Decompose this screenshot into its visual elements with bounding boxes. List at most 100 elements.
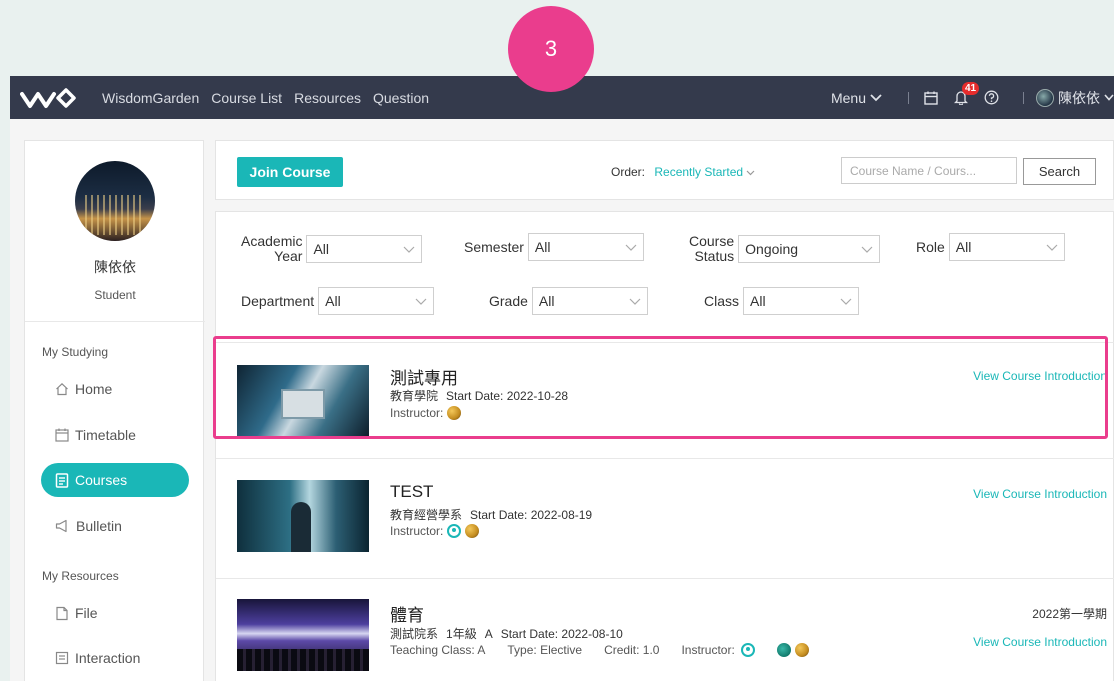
chevron-down-icon xyxy=(629,298,641,305)
nav-brand-link[interactable]: WisdomGarden xyxy=(102,90,199,106)
sidebar-item-label: Bulletin xyxy=(76,518,122,534)
filter-label: Grade xyxy=(489,292,528,309)
highlight-box xyxy=(213,336,1108,439)
user-name: 陳依依 xyxy=(1058,89,1100,106)
sidebar-item-file[interactable]: File xyxy=(41,596,189,630)
nav-resources[interactable]: Resources xyxy=(294,90,361,106)
document-icon xyxy=(55,472,69,488)
calendar-icon xyxy=(924,91,938,105)
filter-class: Class All xyxy=(704,287,860,315)
sidebar-item-label: Timetable xyxy=(75,427,136,443)
instructor-avatar-icon xyxy=(447,524,462,538)
help-button[interactable] xyxy=(981,88,1001,108)
sidebar-item-bulletin[interactable]: Bulletin xyxy=(41,509,189,543)
calendar-button[interactable] xyxy=(921,88,941,108)
filter-academic-year: Academic Year All xyxy=(241,233,423,264)
course-item[interactable]: 體育 測試院系 1年級 A Start Date: 2022-08-10 Teachi… xyxy=(216,590,1114,681)
class-select[interactable]: All xyxy=(743,287,860,315)
sidebar-item-interaction[interactable]: Interaction xyxy=(41,641,189,675)
divider xyxy=(25,321,205,322)
course-status-select[interactable]: Ongoing xyxy=(738,235,881,263)
filter-label: Semester xyxy=(464,238,524,255)
calendar-icon xyxy=(55,428,69,442)
filter-department: Department All xyxy=(241,287,435,315)
course-meta: 測試院系 1年級 A Start Date: 2022-08-10 xyxy=(390,627,623,641)
user-menu[interactable]: 陳依依 xyxy=(1036,88,1114,108)
order-control[interactable]: Order: Recently Started xyxy=(611,165,755,179)
topbar-right-tools: Menu 41 陳依依 xyxy=(831,76,1114,119)
profile-avatar[interactable] xyxy=(75,161,155,241)
filter-role: Role All xyxy=(916,233,1065,261)
view-course-introduction-link[interactable]: View Course Introduction xyxy=(973,487,1107,501)
profile-role: Student xyxy=(94,288,136,302)
wisdomgarden-logo-icon[interactable] xyxy=(20,86,76,110)
chevron-down-icon xyxy=(746,170,755,176)
role-select[interactable]: All xyxy=(948,233,1065,261)
course-details: Teaching Class: A Type: Elective Credit: 1… xyxy=(390,643,827,657)
megaphone-icon xyxy=(55,519,67,533)
course-search-input[interactable] xyxy=(841,157,1017,184)
filter-label: Department xyxy=(241,292,315,309)
chevron-down-icon xyxy=(1046,244,1058,251)
course-title[interactable]: 體育 xyxy=(390,601,424,626)
nav-question[interactable]: Question xyxy=(373,90,429,106)
grade-select[interactable]: All xyxy=(531,287,648,315)
chevron-down-icon xyxy=(625,244,637,251)
course-thumbnail[interactable] xyxy=(237,599,369,671)
sidebar-item-timetable[interactable]: Timetable xyxy=(41,418,189,452)
sidebar-item-label: Interaction xyxy=(75,650,141,666)
chevron-down-icon xyxy=(870,93,882,101)
filter-course-status: Course Status Ongoing xyxy=(689,233,881,264)
interaction-icon xyxy=(55,651,69,665)
order-value[interactable]: Recently Started xyxy=(654,165,743,179)
filter-label: Course Status xyxy=(689,233,735,264)
profile-name: 陳依依 xyxy=(94,259,136,275)
search-button[interactable]: Search xyxy=(1023,158,1096,185)
filter-label: Class xyxy=(704,292,740,309)
chevron-down-icon xyxy=(840,298,852,305)
question-circle-icon xyxy=(984,90,998,105)
course-instructors: Instructor: xyxy=(390,524,480,538)
file-icon xyxy=(56,606,68,620)
sidebar-item-home[interactable]: Home xyxy=(41,372,189,406)
instructor-avatar-icon xyxy=(740,643,755,657)
sidebar-item-label: Home xyxy=(75,381,113,397)
notification-count-badge: 41 xyxy=(962,81,980,95)
sidebar-item-courses[interactable]: Courses xyxy=(41,463,189,497)
view-course-introduction-link[interactable]: View Course Introduction xyxy=(973,635,1107,649)
course-toolbar: Join Course Order: Recently Started Sear… xyxy=(215,140,1114,200)
sidebar: 陳依依 Student My Studying Home Timetable C… xyxy=(24,140,205,681)
filter-grade: Grade All xyxy=(489,287,648,315)
menu-label: Menu xyxy=(830,89,866,106)
instructor-avatar-icon xyxy=(794,643,809,657)
step-number-badge: 3 xyxy=(508,6,594,92)
filter-label: Academic Year xyxy=(241,233,303,264)
section-my-studying: My Studying xyxy=(42,345,109,359)
course-term: 2022第一學期 xyxy=(1032,607,1107,621)
divider xyxy=(216,458,1114,459)
menu-dropdown[interactable]: Menu xyxy=(831,90,882,106)
department-select[interactable]: All xyxy=(318,287,435,315)
course-item[interactable]: TEST 教育經營學系 Start Date: 2022-08-19 Instru… xyxy=(216,470,1114,570)
semester-select[interactable]: All xyxy=(527,233,644,261)
instructor-avatar-icon xyxy=(776,643,791,657)
course-title[interactable]: TEST xyxy=(390,482,433,502)
sidebar-item-label: File xyxy=(75,605,98,621)
academic-year-select[interactable]: All xyxy=(306,235,423,263)
chevron-down-icon xyxy=(1104,93,1114,101)
divider xyxy=(908,91,909,104)
course-meta: 教育經營學系 Start Date: 2022-08-19 xyxy=(390,508,593,522)
chevron-down-icon xyxy=(404,246,415,253)
divider xyxy=(1023,91,1024,104)
chevron-down-icon xyxy=(415,298,427,305)
divider xyxy=(216,578,1114,579)
section-my-resources: My Resources xyxy=(42,569,119,583)
order-label: Order: xyxy=(611,165,646,179)
join-course-button[interactable]: Join Course xyxy=(237,157,343,187)
course-thumbnail[interactable] xyxy=(237,480,369,552)
nav-course-list[interactable]: Course List xyxy=(211,90,282,106)
avatar xyxy=(1036,88,1054,107)
sidebar-item-label: Courses xyxy=(75,472,128,488)
home-icon xyxy=(56,382,68,396)
notification-button[interactable]: 41 xyxy=(951,81,980,108)
